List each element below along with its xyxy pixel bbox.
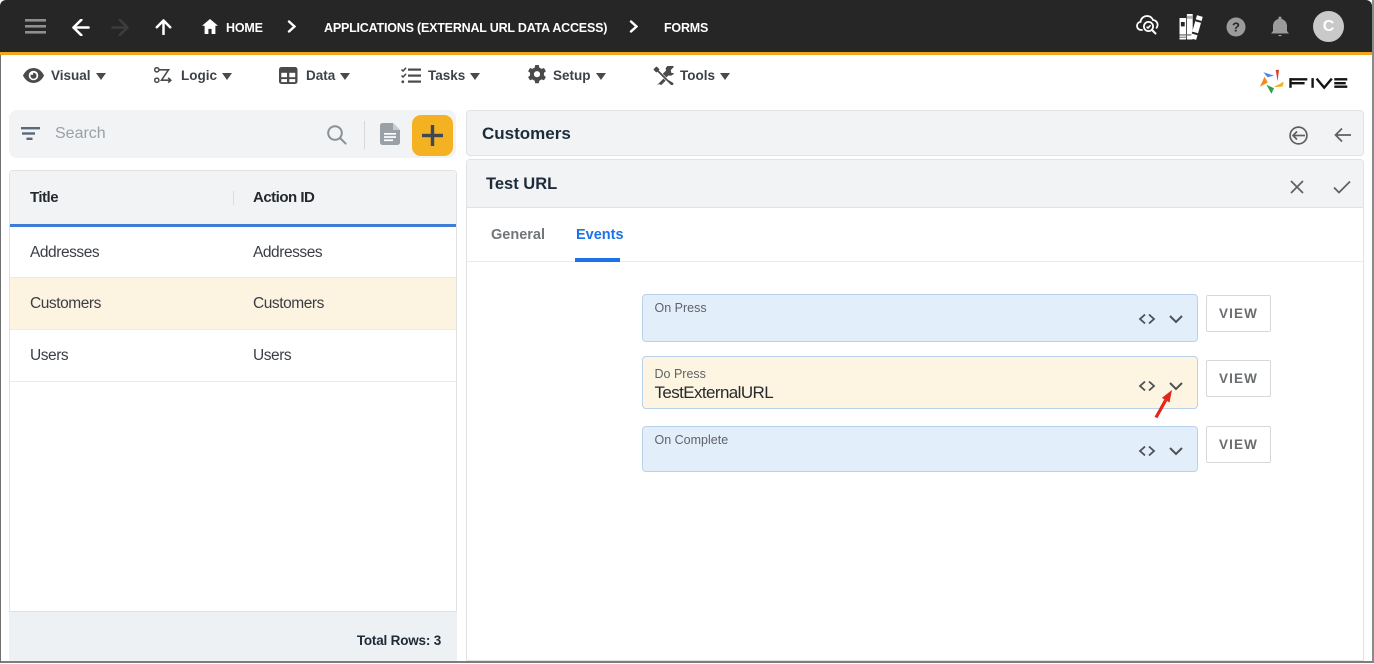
svg-text:?: ? <box>1232 20 1240 35</box>
